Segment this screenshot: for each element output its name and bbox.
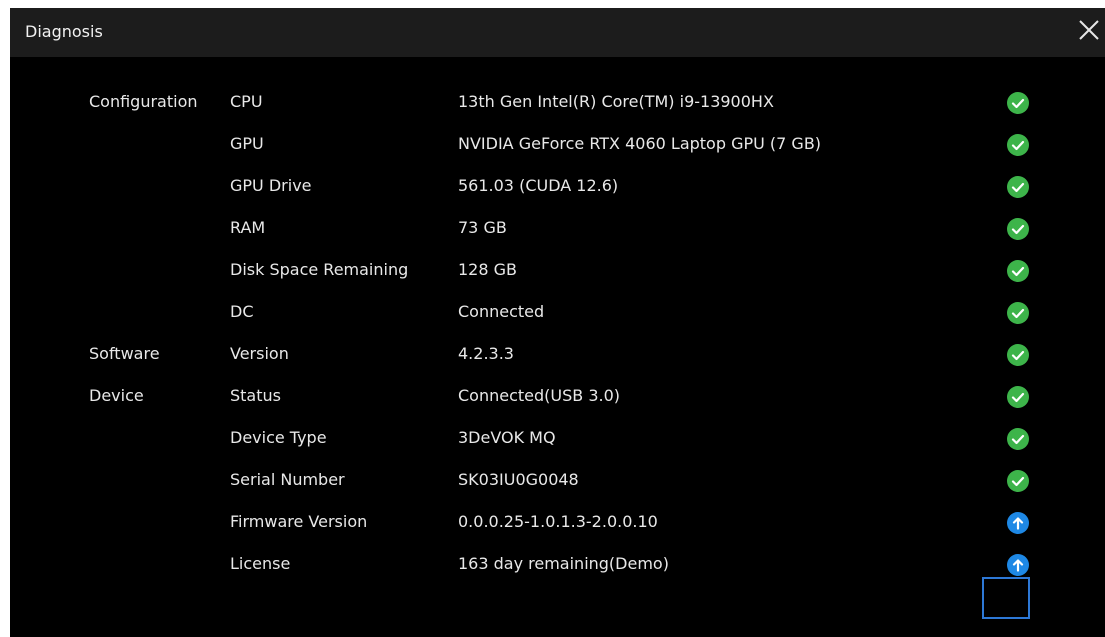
table-row: GPU Drive 561.03 (CUDA 12.6) — [10, 165, 1105, 207]
check-circle-icon — [1007, 470, 1029, 492]
diagnosis-dialog: Diagnosis Configuration CPU 13th Gen Int… — [0, 0, 1105, 637]
table-row: RAM 73 GB — [10, 207, 1105, 249]
table-row: Firmware Version 0.0.0.25-1.0.1.3-2.0.0.… — [10, 501, 1105, 543]
item-label: Serial Number — [230, 470, 345, 489]
table-row: Serial Number SK03IU0G0048 — [10, 459, 1105, 501]
item-label: Disk Space Remaining — [230, 260, 409, 279]
table-row: Software Version 4.2.3.3 — [10, 333, 1105, 375]
license-update-button[interactable] — [1007, 554, 1029, 576]
status-ok — [1007, 386, 1029, 408]
status-ok — [1007, 344, 1029, 366]
check-circle-icon — [1007, 344, 1029, 366]
check-circle-icon — [1007, 428, 1029, 450]
status-ok — [1007, 134, 1029, 156]
status-ok — [1007, 92, 1029, 114]
close-button[interactable] — [1076, 17, 1102, 43]
check-circle-icon — [1007, 386, 1029, 408]
check-circle-icon — [1007, 218, 1029, 240]
item-label: Device Type — [230, 428, 327, 447]
item-value: 13th Gen Intel(R) Core(TM) i9-13900HX — [458, 92, 774, 111]
firmware-update-button[interactable] — [1007, 512, 1029, 534]
item-label: License — [230, 554, 291, 573]
title-bar: Diagnosis — [10, 8, 1105, 57]
status-ok — [1007, 260, 1029, 282]
item-value: NVIDIA GeForce RTX 4060 Laptop GPU (7 GB… — [458, 134, 822, 153]
dialog-title: Diagnosis — [25, 22, 103, 41]
category-label: Software — [89, 344, 160, 363]
category-label: Device — [89, 386, 144, 405]
item-value: Connected(USB 3.0) — [458, 386, 621, 405]
item-value: 4.2.3.3 — [458, 344, 514, 363]
arrow-up-circle-icon — [1007, 554, 1029, 576]
category-label: Configuration — [89, 92, 198, 111]
item-label: Status — [230, 386, 281, 405]
item-value: 73 GB — [458, 218, 507, 237]
item-value: Connected — [458, 302, 545, 321]
table-row: GPU NVIDIA GeForce RTX 4060 Laptop GPU (… — [10, 123, 1105, 165]
status-ok — [1007, 176, 1029, 198]
item-label: Firmware Version — [230, 512, 368, 531]
item-label: GPU Drive — [230, 176, 312, 195]
item-value: SK03IU0G0048 — [458, 470, 579, 489]
focus-highlight — [982, 577, 1030, 619]
item-label: DC — [230, 302, 254, 321]
item-value: 163 day remaining(Demo) — [458, 554, 669, 573]
check-circle-icon — [1007, 260, 1029, 282]
check-circle-icon — [1007, 92, 1029, 114]
item-label: Version — [230, 344, 289, 363]
item-value: 0.0.0.25-1.0.1.3-2.0.0.10 — [458, 512, 658, 531]
item-value: 561.03 (CUDA 12.6) — [458, 176, 619, 195]
status-ok — [1007, 470, 1029, 492]
check-circle-icon — [1007, 302, 1029, 324]
item-label: GPU — [230, 134, 264, 153]
item-value: 3DeVOK MQ — [458, 428, 556, 447]
table-row: License 163 day remaining(Demo) — [10, 543, 1105, 585]
status-ok — [1007, 428, 1029, 450]
table-row: Configuration CPU 13th Gen Intel(R) Core… — [10, 81, 1105, 123]
status-ok — [1007, 218, 1029, 240]
table-row: Device Status Connected(USB 3.0) — [10, 375, 1105, 417]
dialog-panel: Diagnosis Configuration CPU 13th Gen Int… — [10, 8, 1105, 637]
table-row: Disk Space Remaining 128 GB — [10, 249, 1105, 291]
check-circle-icon — [1007, 176, 1029, 198]
check-circle-icon — [1007, 134, 1029, 156]
table-row: Device Type 3DeVOK MQ — [10, 417, 1105, 459]
arrow-up-circle-icon — [1007, 512, 1029, 534]
item-value: 128 GB — [458, 260, 517, 279]
status-ok — [1007, 302, 1029, 324]
item-label: CPU — [230, 92, 263, 111]
item-label: RAM — [230, 218, 266, 237]
close-icon — [1079, 20, 1099, 40]
table-row: DC Connected — [10, 291, 1105, 333]
